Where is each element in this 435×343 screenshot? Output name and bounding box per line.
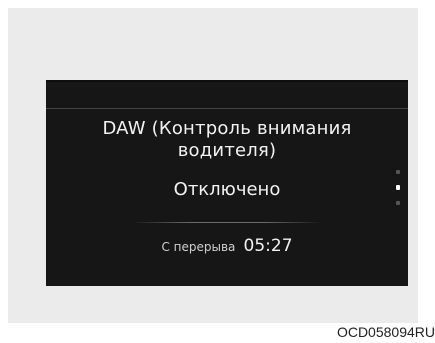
page-dot-3 (396, 201, 400, 205)
title-line-1: DAW (Контроль внимания (102, 118, 352, 139)
break-time-value: 05:27 (243, 236, 293, 256)
page-dot-2-active (396, 185, 400, 190)
top-divider (46, 108, 408, 109)
page-dot-1 (396, 170, 400, 174)
title-line-2: водителя) (177, 140, 277, 161)
daw-title: DAW (Контроль внимания водителя) (46, 118, 408, 162)
daw-status: Отключено (173, 179, 281, 200)
page-indicator (396, 170, 400, 206)
figure-panel: DAW (Контроль внимания водителя) Отключе… (8, 8, 418, 323)
middle-divider (132, 222, 322, 223)
cluster-display-screen: DAW (Контроль внимания водителя) Отключе… (46, 80, 408, 286)
figure-code-label: OCD058094RU (336, 324, 435, 340)
time-since-break: С перерыва 05:27 (46, 236, 408, 256)
break-label: С перерыва (161, 240, 236, 254)
